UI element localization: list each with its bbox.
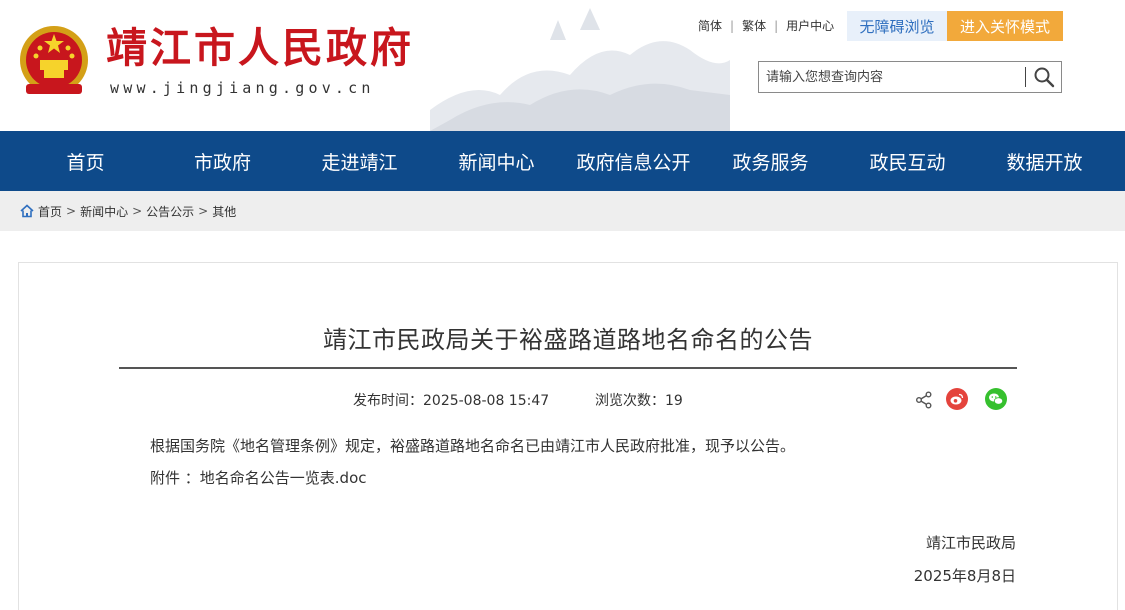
breadcrumb-separator: > bbox=[198, 204, 209, 218]
nav-item-open-data[interactable]: 数据开放 bbox=[976, 131, 1113, 191]
search-button[interactable] bbox=[1027, 62, 1061, 92]
main-nav: 首页 市政府 走进靖江 新闻中心 政府信息公开 政务服务 政民互动 数据开放 bbox=[0, 131, 1125, 191]
nav-item-interaction[interactable]: 政民互动 bbox=[839, 131, 976, 191]
signature-org: 靖江市民政局 bbox=[925, 534, 1016, 552]
home-icon bbox=[20, 204, 34, 218]
site-title[interactable]: 靖江市人民政府 bbox=[106, 24, 414, 72]
breadcrumb-separator: > bbox=[66, 204, 77, 218]
site-url: www.jingjiang.gov.cn bbox=[110, 79, 375, 97]
weibo-icon[interactable] bbox=[946, 388, 968, 410]
nav-item-city-government[interactable]: 市政府 bbox=[154, 131, 291, 191]
title-divider bbox=[119, 367, 1017, 369]
view-count: 浏览次数：19 bbox=[595, 393, 683, 409]
national-emblem-icon bbox=[20, 26, 88, 94]
article-title: 靖江市民政局关于裕盛路道路地名命名的公告 bbox=[323, 326, 813, 354]
breadcrumb-other[interactable]: 其他 bbox=[212, 203, 236, 220]
breadcrumb-separator: > bbox=[132, 204, 143, 218]
search-input[interactable] bbox=[759, 62, 1025, 92]
breadcrumb: 首页 > 新闻中心 > 公告公示 > 其他 bbox=[0, 191, 1125, 231]
search-icon bbox=[1034, 67, 1055, 88]
search-box bbox=[758, 61, 1062, 93]
breadcrumb-announcements[interactable]: 公告公示 bbox=[146, 203, 194, 220]
nav-item-info-disclosure[interactable]: 政府信息公开 bbox=[565, 131, 702, 191]
nav-item-home[interactable]: 首页 bbox=[17, 131, 154, 191]
article-body: 根据国务院《地名管理条例》规定，裕盛路道路地名命名已由靖江市人民政府批准，现予以… bbox=[150, 437, 796, 455]
search-divider bbox=[1025, 67, 1026, 87]
wechat-icon[interactable] bbox=[985, 388, 1007, 410]
user-center-link[interactable]: 用户中心 bbox=[778, 18, 842, 34]
simplified-chinese-link[interactable]: 简体 bbox=[690, 18, 730, 34]
publish-time: 发布时间：2025-08-08 15:47 bbox=[353, 393, 550, 409]
attachment-link[interactable]: 地名命名公告一览表.doc bbox=[200, 469, 367, 487]
elder-mode-button[interactable]: 进入关怀模式 bbox=[947, 11, 1063, 41]
nav-item-gov-services[interactable]: 政务服务 bbox=[702, 131, 839, 191]
attachment-label: 附件 ： bbox=[150, 469, 200, 487]
traditional-chinese-link[interactable]: 繁体 bbox=[734, 18, 774, 34]
accessibility-button[interactable]: 无障碍浏览 bbox=[847, 11, 947, 41]
landscape-decoration bbox=[430, 8, 730, 131]
signature-date: 2025年8月8日 bbox=[913, 567, 1016, 585]
nav-item-about-jingjiang[interactable]: 走进靖江 bbox=[291, 131, 428, 191]
breadcrumb-news-center[interactable]: 新闻中心 bbox=[80, 203, 128, 220]
share-icon[interactable] bbox=[914, 390, 934, 410]
nav-item-news-center[interactable]: 新闻中心 bbox=[428, 131, 565, 191]
breadcrumb-home[interactable]: 首页 bbox=[38, 203, 62, 220]
top-links: 简体 | 繁体 | 用户中心 bbox=[690, 18, 842, 34]
site-header: 靖江市人民政府 www.jingjiang.gov.cn 简体 | 繁体 | 用… bbox=[0, 0, 1125, 131]
attachment: 附件 ：地名命名公告一览表.doc bbox=[150, 467, 367, 488]
